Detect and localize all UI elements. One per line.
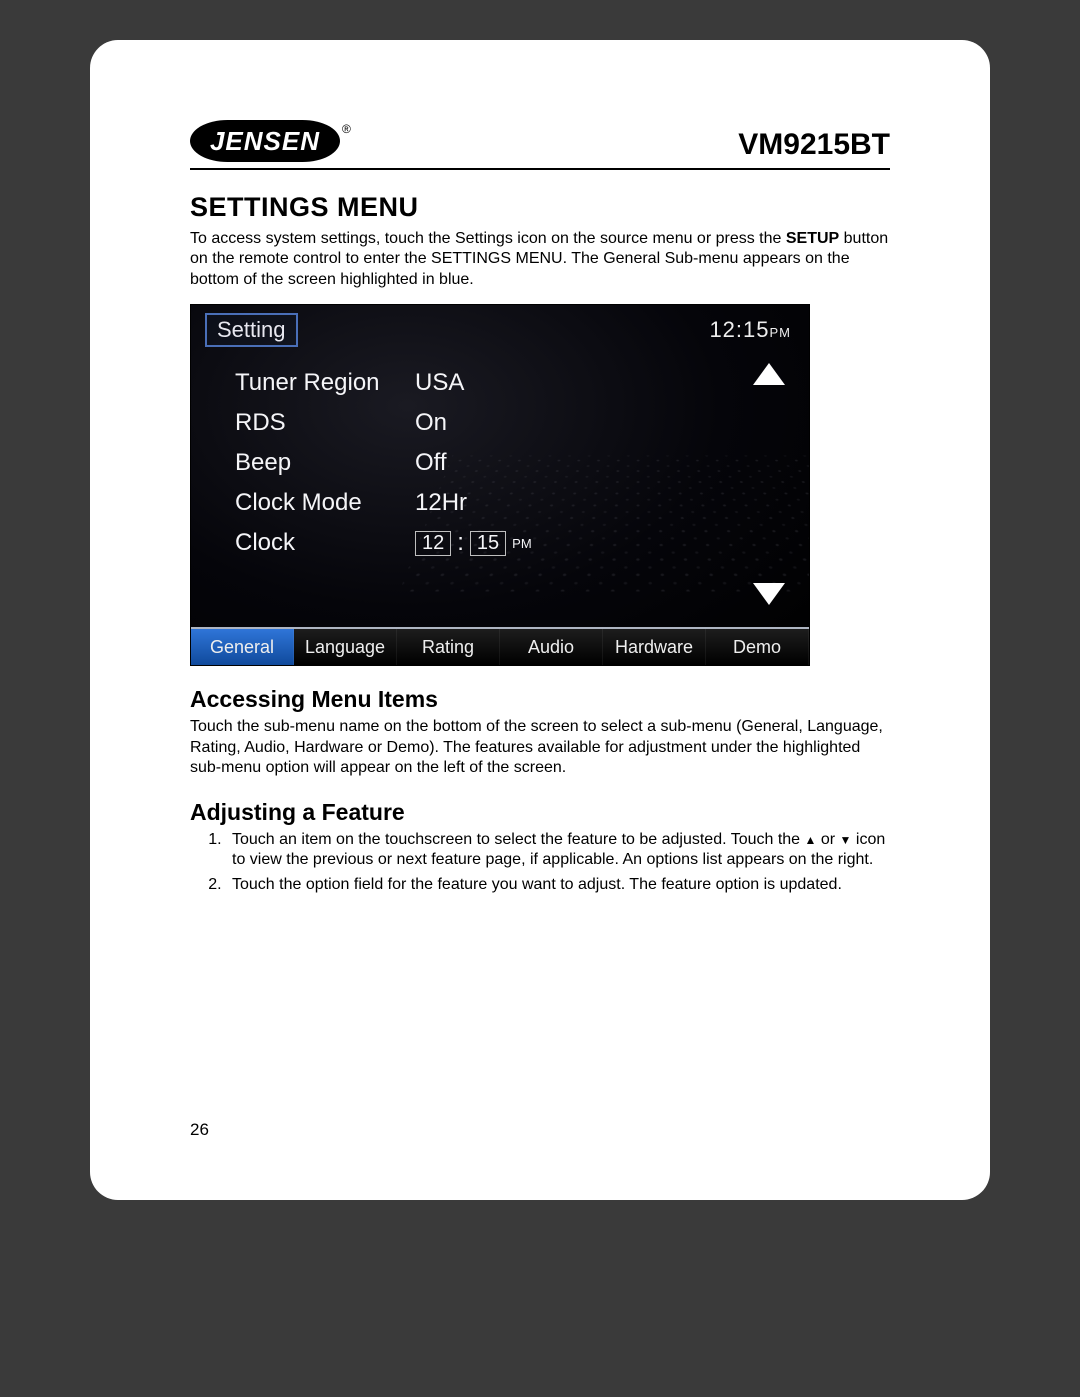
setting-row[interactable]: Tuner Region USA (235, 363, 729, 403)
intro-paragraph: To access system settings, touch the Set… (190, 229, 890, 290)
manual-page: JENSEN ® VM9215BT SETTINGS MENU To acces… (90, 40, 990, 1200)
submenu-tab-bar: General Language Rating Audio Hardware D… (191, 627, 809, 665)
adjusting-steps: Touch an item on the touchscreen to sele… (190, 830, 890, 895)
step-2: Touch the option field for the feature y… (226, 875, 890, 895)
setting-label: Beep (235, 449, 415, 477)
scroll-arrow-pane (745, 363, 793, 605)
step1-a: Touch an item on the touchscreen to sele… (232, 831, 805, 848)
model-number: VM9215BT (738, 128, 890, 162)
step1-b: or (816, 831, 839, 848)
settings-rows: Tuner Region USA RDS On Beep Off Clock M… (235, 363, 729, 563)
clock-time: 12:15 (709, 317, 769, 342)
clock-colon: : (457, 529, 464, 557)
registered-mark: ® (342, 122, 351, 136)
tab-demo[interactable]: Demo (706, 629, 809, 665)
setting-value[interactable]: On (415, 409, 447, 437)
accessing-text: Touch the sub-menu name on the bottom of… (190, 717, 890, 778)
step-1: Touch an item on the touchscreen to sele… (226, 830, 890, 871)
tab-hardware[interactable]: Hardware (603, 629, 706, 665)
setting-label: Clock Mode (235, 489, 415, 517)
arrow-up-icon[interactable] (753, 363, 785, 385)
setting-row[interactable]: RDS On (235, 403, 729, 443)
setting-label: RDS (235, 409, 415, 437)
clock-ampm: PM (770, 325, 792, 340)
setting-label: Clock (235, 529, 415, 557)
setting-value[interactable]: Off (415, 449, 447, 477)
tab-language[interactable]: Language (294, 629, 397, 665)
triangle-up-icon: ▲ (805, 833, 817, 847)
setting-label: Tuner Region (235, 369, 415, 397)
page-number: 26 (190, 1120, 209, 1140)
setting-value[interactable]: USA (415, 369, 464, 397)
triangle-down-icon: ▼ (840, 833, 852, 847)
brand-logo: JENSEN ® (190, 120, 349, 162)
header-clock: 12:15PM (709, 317, 791, 343)
clock-editor[interactable]: 12 : 15 PM (415, 529, 532, 557)
clock-minutes-box[interactable]: 15 (470, 531, 506, 556)
page-header: JENSEN ® VM9215BT (190, 120, 890, 170)
device-header: Setting 12:15PM (191, 305, 809, 347)
device-screenshot: Setting 12:15PM Tuner Region USA RDS On … (190, 304, 810, 666)
setting-value[interactable]: 12Hr (415, 489, 467, 517)
brand-logo-badge: JENSEN (190, 120, 340, 162)
subsection-heading-adjusting: Adjusting a Feature (190, 799, 890, 826)
section-heading: SETTINGS MENU (190, 192, 890, 223)
intro-text-a: To access system settings, touch the Set… (190, 230, 786, 247)
clock-ampm-label[interactable]: PM (512, 536, 532, 551)
tab-general[interactable]: General (191, 629, 294, 665)
setting-row[interactable]: Clock Mode 12Hr (235, 483, 729, 523)
clock-hours-box[interactable]: 12 (415, 531, 451, 556)
setting-row[interactable]: Beep Off (235, 443, 729, 483)
setup-button-ref: SETUP (786, 230, 839, 247)
setting-row-clock[interactable]: Clock 12 : 15 PM (235, 523, 729, 563)
arrow-down-icon[interactable] (753, 583, 785, 605)
setting-title-button[interactable]: Setting (205, 313, 298, 347)
subsection-heading-accessing: Accessing Menu Items (190, 686, 890, 713)
tab-rating[interactable]: Rating (397, 629, 500, 665)
tab-audio[interactable]: Audio (500, 629, 603, 665)
